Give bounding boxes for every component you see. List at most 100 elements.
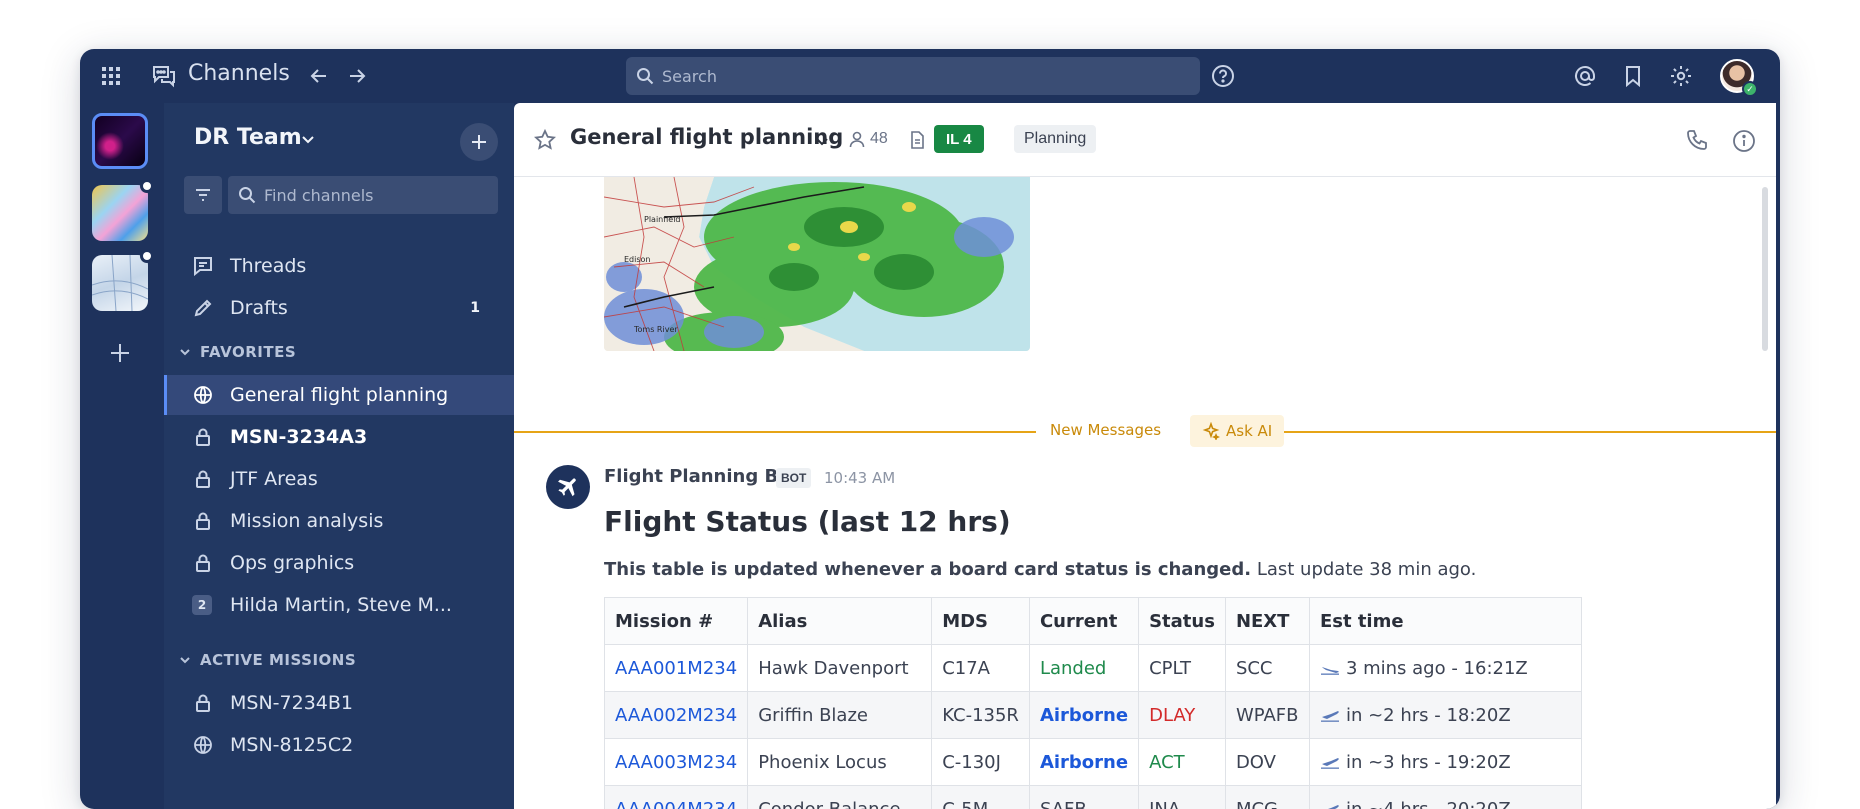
- team-switcher-active[interactable]: [92, 113, 148, 169]
- est-time-text: in ~4 hrs - 20:20Z: [1346, 799, 1511, 809]
- current-cell: Landed: [1029, 645, 1138, 692]
- sidebar-item-msn-7234b1[interactable]: MSN-7234B1: [164, 683, 514, 723]
- find-channels-input[interactable]: [264, 186, 484, 205]
- next-cell: WPAFB: [1225, 692, 1309, 739]
- chevron-down-icon[interactable]: [300, 131, 316, 147]
- sidebar-item-jtf-areas[interactable]: JTF Areas: [164, 459, 514, 499]
- settings-gear-icon[interactable]: [1668, 63, 1694, 89]
- pencil-icon: [192, 297, 214, 319]
- est-time-cell: in ~3 hrs - 19:20Z: [1309, 739, 1581, 786]
- unread-dot-icon: [140, 179, 154, 193]
- app-window: Channels ✓: [80, 49, 1780, 809]
- est-time-text: in ~3 hrs - 19:20Z: [1346, 752, 1511, 773]
- column-header: MDS: [932, 598, 1030, 645]
- svg-text:Edison: Edison: [624, 255, 651, 264]
- new-messages-label: New Messages: [1050, 421, 1161, 439]
- sidebar-item-label: MSN-7234B1: [230, 692, 353, 714]
- sidebar-item-ops-graphics[interactable]: Ops graphics: [164, 543, 514, 583]
- lock-icon: [192, 468, 214, 490]
- sidebar-item-label: Threads: [230, 255, 306, 277]
- saved-bookmark-icon[interactable]: [1620, 63, 1646, 89]
- plus-icon: [470, 133, 488, 151]
- sidebar-item-msn-3234a3[interactable]: MSN-3234A3: [164, 417, 514, 457]
- app-grid-icon[interactable]: [100, 65, 122, 87]
- chevron-down-icon: [178, 653, 192, 667]
- column-header: Est time: [1309, 598, 1581, 645]
- back-arrow-icon[interactable]: [306, 63, 332, 89]
- filter-button[interactable]: [184, 176, 222, 214]
- sidebar-item-general-flight-planning[interactable]: General flight planning: [164, 375, 514, 415]
- globe-icon: [192, 384, 214, 406]
- mds-cell: C17A: [932, 645, 1030, 692]
- help-icon[interactable]: [1210, 63, 1236, 89]
- team-switcher[interactable]: [92, 185, 148, 241]
- mentions-icon[interactable]: [1572, 63, 1598, 89]
- team-name[interactable]: DR Team: [194, 125, 302, 150]
- airplane-icon[interactable]: [546, 465, 590, 509]
- message-sender[interactable]: Flight Planning Bot: [604, 466, 799, 487]
- table-row: AAA003M234 Phoenix Locus C-130J Airborne…: [605, 739, 1582, 786]
- forward-arrow-icon[interactable]: [344, 63, 370, 89]
- sidebar-item-label: Mission analysis: [230, 510, 383, 532]
- filter-icon: [194, 186, 212, 204]
- mission-link[interactable]: AAA002M234: [605, 692, 748, 739]
- est-time-text: in ~2 hrs - 18:20Z: [1346, 705, 1511, 726]
- active-missions-section-header[interactable]: ACTIVE MISSIONS: [178, 648, 356, 672]
- favorite-star-icon[interactable]: [534, 129, 556, 151]
- mds-cell: KC-135R: [932, 692, 1030, 739]
- status-cell: ACT: [1139, 739, 1226, 786]
- chevron-down-icon: [178, 345, 192, 359]
- online-status-icon: ✓: [1742, 81, 1758, 97]
- alias-cell: Condor Balance: [748, 786, 932, 809]
- plane-takeoff-icon: [1320, 708, 1340, 722]
- product-title: Channels: [188, 61, 290, 86]
- est-time-text: 3 mins ago - 16:21Z: [1346, 658, 1528, 679]
- sidebar-item-drafts[interactable]: Drafts 1: [164, 288, 514, 328]
- column-header: Current: [1029, 598, 1138, 645]
- next-cell: SCC: [1225, 645, 1309, 692]
- channel-sidebar: DR Team Threads Drafts 1: [164, 103, 514, 809]
- sidebar-item-group-dm[interactable]: 2 Hilda Martin, Steve M...: [164, 585, 514, 625]
- mission-link[interactable]: AAA003M234: [605, 739, 748, 786]
- search-input[interactable]: [662, 67, 1162, 86]
- add-channel-button[interactable]: [460, 123, 498, 161]
- channel-header: General flight planning 48 IL 4 Planning: [514, 103, 1776, 177]
- message-description-bold: This table is updated whenever a board c…: [604, 559, 1251, 580]
- info-icon[interactable]: [1732, 129, 1756, 153]
- weather-radar-map-image[interactable]: Plainfield Edison Toms River: [604, 177, 1030, 351]
- mission-link[interactable]: AAA004M234: [605, 786, 748, 809]
- drafts-count: 1: [470, 300, 480, 316]
- find-channels[interactable]: [228, 176, 498, 214]
- channel-name[interactable]: General flight planning: [570, 125, 843, 149]
- mission-link[interactable]: AAA001M234: [605, 645, 748, 692]
- current-cell: SAFB: [1029, 786, 1138, 809]
- global-search[interactable]: [626, 57, 1200, 95]
- chevron-down-icon[interactable]: [814, 133, 830, 149]
- column-header: Status: [1139, 598, 1226, 645]
- team-switcher[interactable]: [92, 255, 148, 311]
- message-timestamp[interactable]: 10:43 AM: [824, 469, 895, 487]
- add-team-plus-icon[interactable]: [106, 339, 134, 367]
- group-dm-count-badge: 2: [192, 595, 212, 615]
- section-title: ACTIVE MISSIONS: [200, 651, 356, 669]
- ask-ai-button[interactable]: Ask AI: [1190, 415, 1284, 447]
- sidebar-item-mission-analysis[interactable]: Mission analysis: [164, 501, 514, 541]
- svg-text:Toms River: Toms River: [633, 325, 678, 334]
- est-time-cell: 3 mins ago - 16:21Z: [1309, 645, 1581, 692]
- message-title: Flight Status (last 12 hrs): [604, 505, 1011, 538]
- member-icon: [848, 130, 866, 148]
- member-count-button[interactable]: 48: [848, 130, 888, 148]
- top-bar: Channels ✓: [80, 49, 1780, 103]
- lock-icon: [192, 552, 214, 574]
- channels-product-icon: [150, 62, 178, 90]
- current-cell: Airborne: [1029, 739, 1138, 786]
- phone-icon[interactable]: [1686, 129, 1708, 151]
- scrollbar[interactable]: [1762, 187, 1768, 351]
- next-cell: DOV: [1225, 739, 1309, 786]
- sidebar-item-threads[interactable]: Threads: [164, 246, 514, 286]
- sidebar-item-msn-8125c2[interactable]: MSN-8125C2: [164, 725, 514, 765]
- alias-cell: Hawk Davenport: [748, 645, 932, 692]
- files-icon[interactable]: [908, 131, 926, 149]
- favorites-section-header[interactable]: FAVORITES: [178, 340, 296, 364]
- lock-icon: [192, 426, 214, 448]
